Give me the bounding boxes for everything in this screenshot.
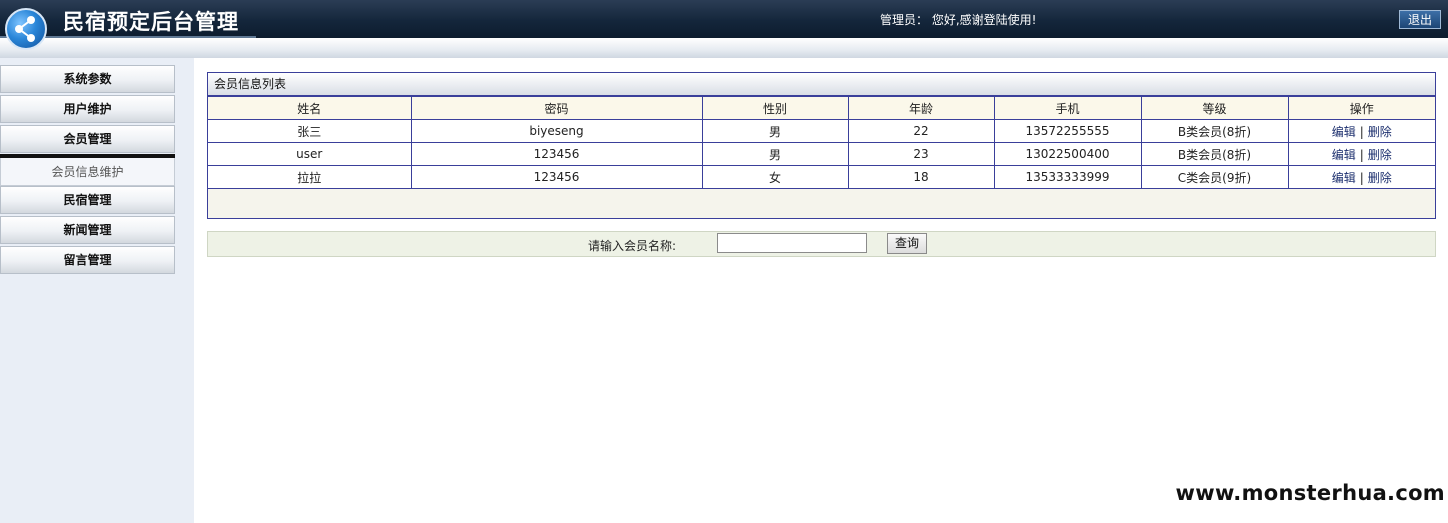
cell-gender: 女 [701,165,849,189]
edit-link[interactable]: 编辑 [1332,171,1356,185]
edit-link[interactable]: 编辑 [1332,125,1356,139]
cell-password: 123456 [410,165,703,189]
column-header-password: 密码 [410,96,703,120]
column-header-actions: 操作 [1287,96,1435,120]
cell-phone: 13022500400 [993,142,1142,166]
cell-name: 拉拉 [208,165,412,189]
admin-greeting: 管理员： 您好,感谢登陆使用! [880,13,1037,27]
cell-actions: 编辑 | 删除 [1287,165,1435,189]
cell-level: B类会员(8折) [1140,119,1289,143]
header-subbar [0,38,1448,58]
logo-icon [5,8,47,50]
sidebar-item-news-management[interactable]: 新闻管理 [0,216,175,244]
top-header: 民宿预定后台管理 管理员： 您好,感谢登陆使用! 退出 [0,0,1448,40]
table-row: 张三 biyeseng 男 22 13572255555 B类会员(8折) 编辑… [208,119,1435,143]
panel-title: 会员信息列表 [208,73,1435,96]
column-header-name: 姓名 [208,96,412,120]
cell-password: biyeseng [410,119,703,143]
search-bar: 请输入会员名称: 查询 [207,231,1436,257]
action-separator: | [1359,170,1364,185]
delete-link[interactable]: 删除 [1368,125,1392,139]
sidebar-item-message-management[interactable]: 留言管理 [0,246,175,274]
cell-phone: 13572255555 [993,119,1142,143]
table-row: 拉拉 123456 女 18 13533333999 C类会员(9折) 编辑 | 删… [208,165,1435,189]
cell-password: 123456 [410,142,703,166]
logout-button[interactable]: 退出 [1399,10,1441,29]
share-nodes-icon [15,16,35,42]
sidebar-item-homestay-management[interactable]: 民宿管理 [0,186,175,214]
search-label: 请输入会员名称: [588,239,677,253]
cell-name: user [208,142,412,166]
cell-age: 23 [847,142,995,166]
app-title: 民宿预定后台管理 [63,10,239,34]
table-row: user 123456 男 23 13022500400 B类会员(8折) 编辑… [208,142,1435,166]
column-header-gender: 性别 [701,96,849,120]
sidebar-subitem-member-info[interactable]: 会员信息维护 [0,158,175,186]
delete-link[interactable]: 删除 [1368,171,1392,185]
table-header-row: 姓名 密码 性别 年龄 手机 等级 操作 [208,96,1435,120]
cell-actions: 编辑 | 删除 [1287,142,1435,166]
cell-gender: 男 [701,119,849,143]
cell-level: B类会员(8折) [1140,142,1289,166]
column-header-level: 等级 [1140,96,1289,120]
cell-name: 张三 [208,119,412,143]
action-separator: | [1359,124,1364,139]
cell-phone: 13533333999 [993,165,1142,189]
member-name-search-input[interactable] [717,233,867,253]
column-header-phone: 手机 [993,96,1142,120]
watermark-text: www.monsterhua.com [1175,481,1445,505]
member-table: 姓名 密码 性别 年龄 手机 等级 操作 张三 biyeseng 男 22 13… [208,96,1435,189]
search-button[interactable]: 查询 [887,233,927,254]
column-header-age: 年龄 [847,96,995,120]
action-separator: | [1359,147,1364,162]
sidebar-item-user-maintenance[interactable]: 用户维护 [0,95,175,123]
delete-link[interactable]: 删除 [1368,148,1392,162]
cell-actions: 编辑 | 删除 [1287,119,1435,143]
cell-age: 18 [847,165,995,189]
cell-gender: 男 [701,142,849,166]
sidebar-item-member-management[interactable]: 会员管理 [0,125,175,153]
edit-link[interactable]: 编辑 [1332,148,1356,162]
cell-age: 22 [847,119,995,143]
sidebar: 系统参数 用户维护 会员管理 会员信息维护 民宿管理 新闻管理 留言管理 [0,58,194,523]
sidebar-item-system-params[interactable]: 系统参数 [0,65,175,93]
cell-level: C类会员(9折) [1140,165,1289,189]
member-list-panel: 会员信息列表 姓名 密码 性别 年龄 手机 等级 操作 张三 biyeseng … [207,72,1436,219]
